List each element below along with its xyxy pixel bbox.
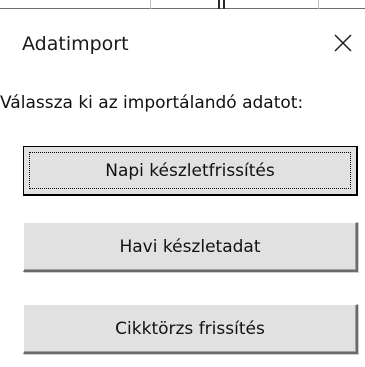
item-master-update-button[interactable]: Cikktörzs frissítés [23,304,358,354]
divider [223,0,225,9]
divider [218,0,220,9]
close-icon [334,34,352,52]
button-label: Cikktörzs frissítés [115,318,265,339]
dialog-window: Adatimport Válassza ki az importálandó a… [0,0,365,367]
background-window-edge [0,0,365,10]
divider [0,8,365,9]
monthly-stock-data-button[interactable]: Havi készletadat [23,222,358,272]
instruction-text: Válassza ki az importálandó adatot: [0,93,304,113]
button-label: Havi készletadat [119,236,261,257]
daily-stock-update-button[interactable]: Napi készletfrissítés [23,146,358,196]
close-button[interactable] [330,30,356,56]
dialog-title: Adatimport [22,33,129,55]
divider [318,0,319,9]
button-label: Napi készletfrissítés [105,160,275,181]
divider [150,0,151,9]
